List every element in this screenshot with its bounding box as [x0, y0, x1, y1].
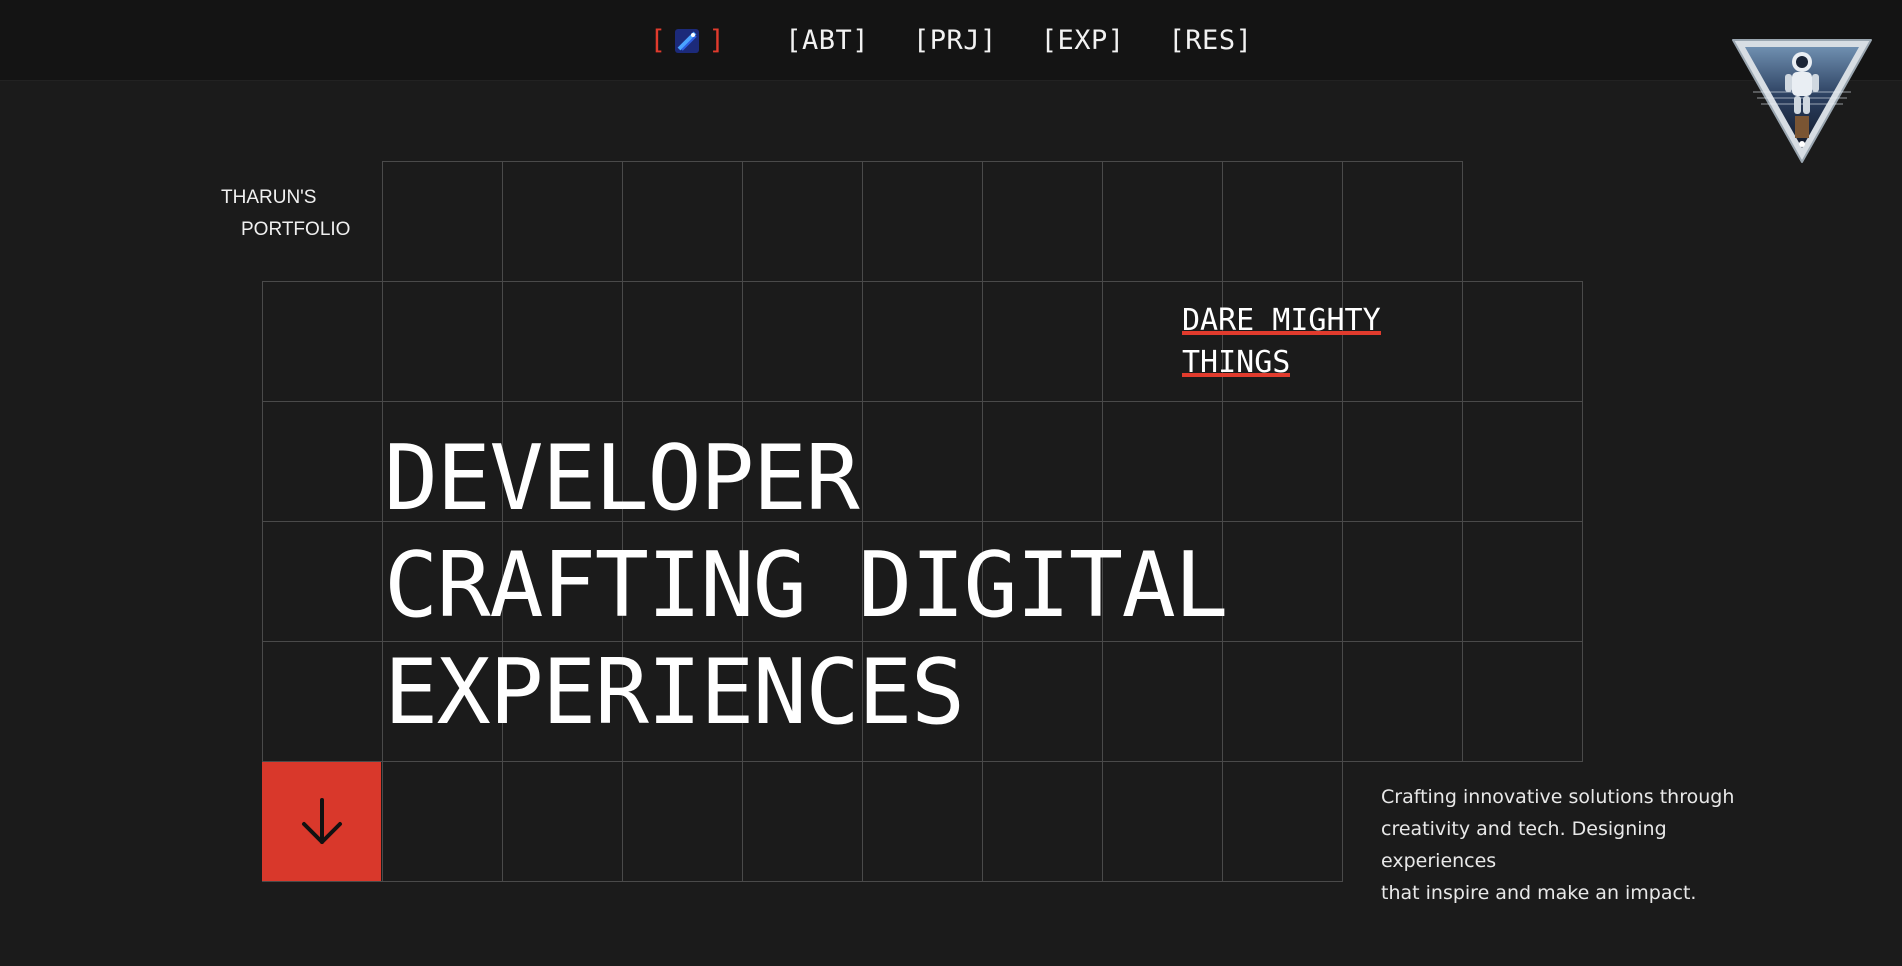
- grid-cell: [622, 161, 743, 282]
- grid-cell: [502, 761, 623, 882]
- motto-line-2: THINGS: [1182, 345, 1291, 380]
- grid-cell: [742, 761, 863, 882]
- grid-cell: [1462, 641, 1583, 762]
- grid-cell: [982, 161, 1103, 282]
- grid-cell: [622, 281, 743, 402]
- grid-cell: [862, 761, 983, 882]
- hero-tagline: Crafting innovative solutions through cr…: [1381, 781, 1781, 909]
- motto-text: DARE MIGHTY THINGS: [1182, 300, 1381, 384]
- grid-cell: [502, 281, 623, 402]
- tagline-line-2: creativity and tech. Designing experienc…: [1381, 818, 1667, 872]
- grid-cell: [262, 281, 383, 402]
- tagline-line-1: Crafting innovative solutions through: [1381, 786, 1735, 808]
- grid-cell: [382, 761, 503, 882]
- grid-cell: [1102, 761, 1223, 882]
- grid-cell: [1102, 161, 1223, 282]
- tagline-line-3: that inspire and make an impact.: [1381, 882, 1697, 904]
- grid-cell: [1342, 161, 1463, 282]
- grid-cell: [622, 761, 743, 882]
- grid-cell: [262, 401, 383, 522]
- headline-line-1: DEVELOPER: [384, 426, 860, 531]
- headline-line-2: CRAFTING DIGITAL: [384, 533, 1228, 638]
- grid-cell: [982, 281, 1103, 402]
- grid-cell: [1462, 401, 1583, 522]
- grid-cell: [1222, 761, 1343, 882]
- grid-cell: [862, 161, 983, 282]
- grid-cell: [262, 521, 383, 642]
- grid-cell: [742, 281, 863, 402]
- grid-cell: [262, 641, 383, 762]
- grid-cell: [502, 161, 623, 282]
- grid-cell: [1222, 161, 1343, 282]
- grid-cell: [1462, 521, 1583, 642]
- grid-cell: [982, 761, 1103, 882]
- grid-cell: [1462, 281, 1583, 402]
- arrow-down-icon: [301, 797, 342, 844]
- grid-cell: [382, 161, 503, 282]
- scroll-down-button[interactable]: [262, 762, 381, 881]
- headline-line-3: EXPERIENCES: [384, 640, 965, 745]
- grid-cell: [862, 281, 983, 402]
- motto-line-1: DARE MIGHTY: [1182, 303, 1381, 338]
- grid-cell: [742, 161, 863, 282]
- grid-cell: [382, 281, 503, 402]
- hero-headline: DEVELOPER CRAFTING DIGITAL EXPERIENCES: [384, 425, 1384, 746]
